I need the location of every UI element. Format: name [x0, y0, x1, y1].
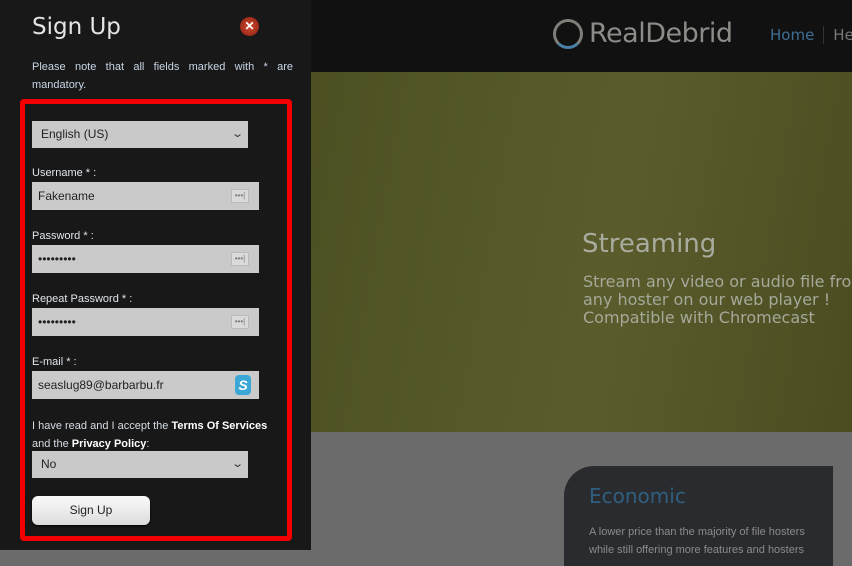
realdebrid-logo[interactable]: RealDebrid: [553, 18, 733, 49]
repeat-password-input[interactable]: ••••••••• •••|: [32, 308, 259, 336]
password-manager-icon[interactable]: •••|: [231, 252, 249, 266]
mandatory-note: Please note that all fields marked with …: [32, 61, 293, 91]
signup-panel: Sign Up ✕ Please note that all fields ma…: [0, 0, 311, 550]
nav-help[interactable]: He: [823, 26, 852, 44]
surfshark-icon[interactable]: S: [235, 375, 251, 395]
email-input[interactable]: seaslug89@barbarbu.fr S: [32, 371, 259, 399]
main-nav: Home He: [770, 26, 852, 44]
close-icon[interactable]: ✕: [240, 17, 259, 36]
accept-terms-select[interactable]: No ⌄: [32, 451, 248, 478]
terms-text: I have read and I accept the Terms Of Se…: [32, 420, 268, 450]
chevron-down-icon: ⌄: [230, 128, 244, 140]
privacy-link[interactable]: Privacy Policy: [72, 438, 147, 450]
terms-link[interactable]: Terms Of Services: [171, 420, 267, 432]
signup-title: Sign Up: [32, 14, 121, 40]
repeat-password-label: Repeat Password * :: [32, 293, 133, 305]
signup-button[interactable]: Sign Up: [32, 496, 150, 525]
economic-description: A lower price than the majority of file …: [589, 526, 805, 556]
nav-home[interactable]: Home: [770, 26, 823, 44]
streaming-description: Stream any video or audio file fro any h…: [583, 272, 852, 327]
password-label: Password * :: [32, 230, 94, 242]
password-input[interactable]: ••••••••• •••|: [32, 245, 259, 273]
username-label: Username * :: [32, 167, 97, 179]
language-select[interactable]: English (US) ⌄: [32, 121, 248, 148]
email-label: E-mail * :: [32, 356, 77, 368]
economic-title: Economic: [589, 484, 686, 508]
password-manager-icon[interactable]: •••|: [231, 189, 249, 203]
chevron-down-icon: ⌄: [230, 458, 244, 470]
username-input[interactable]: Fakename •••|: [32, 182, 259, 210]
economic-card: Economic A lower price than the majority…: [564, 466, 833, 566]
password-manager-icon[interactable]: •••|: [231, 315, 249, 329]
streaming-title: Streaming: [582, 229, 717, 259]
logo-ring-icon: [553, 18, 583, 49]
